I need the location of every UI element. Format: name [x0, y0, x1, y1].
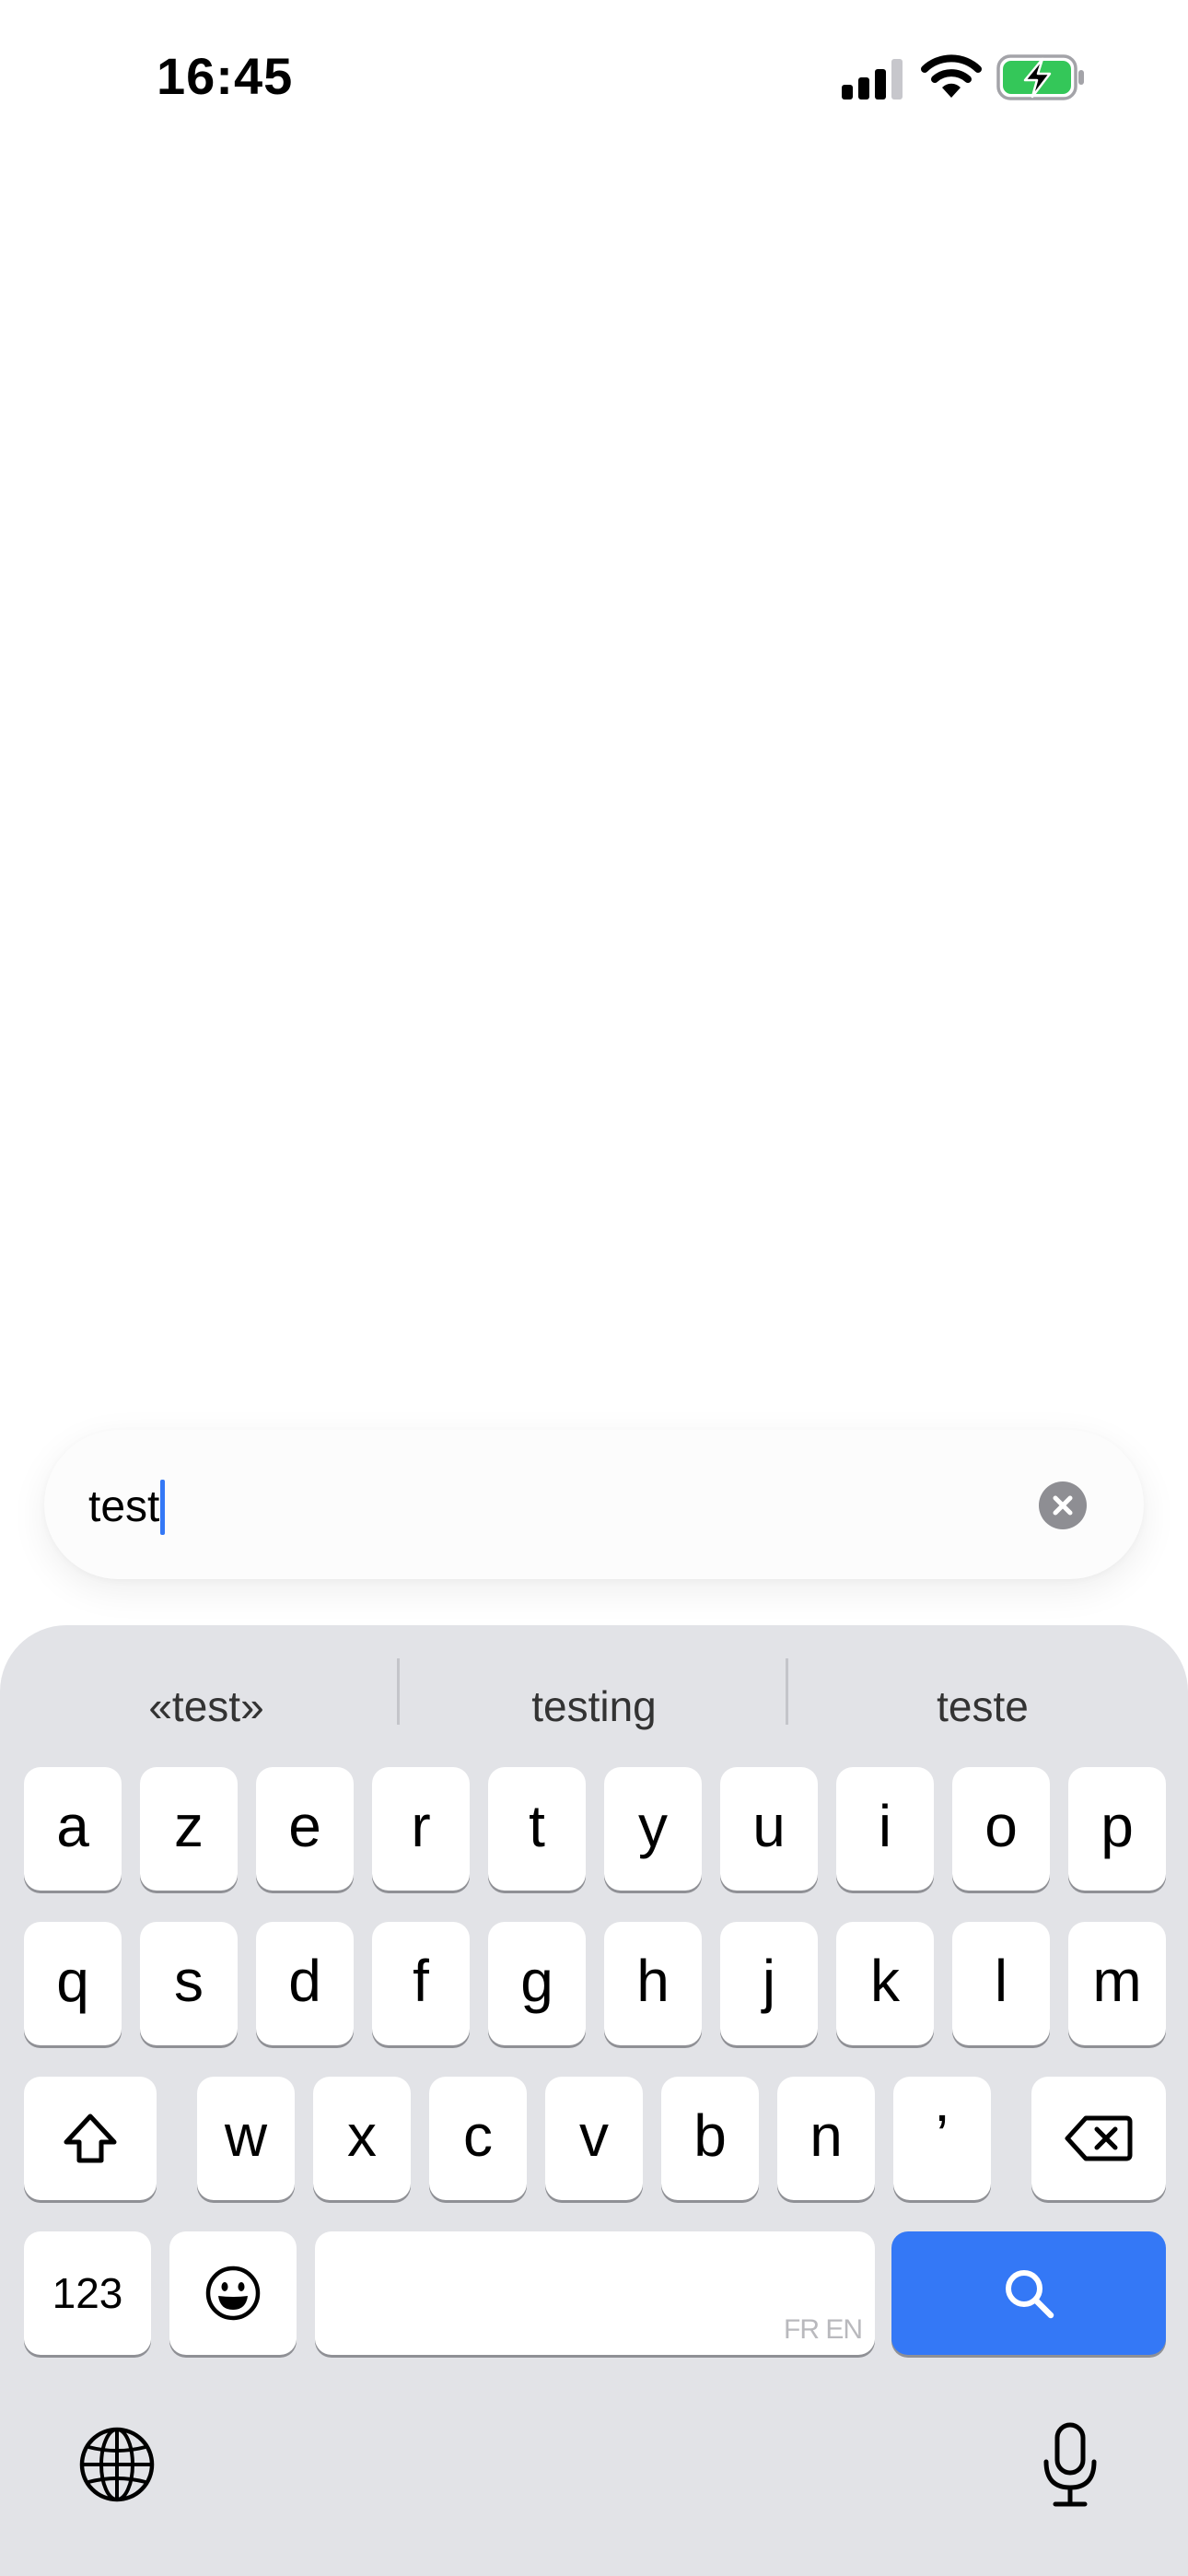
key-p[interactable]: p	[1068, 1767, 1166, 1891]
key-u[interactable]: u	[720, 1767, 818, 1891]
wifi-icon	[921, 54, 982, 98]
numbers-key-label: 123	[52, 2269, 123, 2317]
key-a[interactable]: a	[24, 1767, 122, 1891]
key-x[interactable]: x	[313, 2077, 411, 2200]
space-language-hint: FR EN	[784, 2314, 863, 2345]
status-time: 16:45	[157, 47, 294, 105]
key-v[interactable]: v	[545, 2077, 643, 2200]
key-z[interactable]: z	[140, 1767, 238, 1891]
shift-icon	[64, 2113, 117, 2163]
key-r[interactable]: r	[372, 1767, 470, 1891]
numbers-key[interactable]: 123	[24, 2231, 151, 2355]
text-cursor	[160, 1480, 166, 1535]
emoji-key[interactable]	[169, 2231, 297, 2355]
key-t[interactable]: t	[488, 1767, 586, 1891]
emoji-icon	[205, 2266, 261, 2321]
search-field[interactable]: test	[44, 1430, 1144, 1579]
suggestion-3[interactable]: teste	[789, 1669, 1176, 1743]
key-m[interactable]: m	[1068, 1922, 1166, 2045]
key-n[interactable]: n	[777, 2077, 875, 2200]
key-b[interactable]: b	[661, 2077, 759, 2200]
key-d[interactable]: d	[256, 1922, 354, 2045]
key-q[interactable]: q	[24, 1922, 122, 2045]
key-l[interactable]: l	[952, 1922, 1050, 2045]
key-j[interactable]: j	[720, 1922, 818, 2045]
suggestion-2[interactable]: testing	[401, 1669, 787, 1743]
screen: 16:45 test «test» testing teste a z e r …	[0, 0, 1188, 2576]
key-c[interactable]: c	[429, 2077, 527, 2200]
search-input[interactable]: test	[88, 1480, 166, 1535]
status-bar: 16:45	[0, 0, 1188, 157]
key-k[interactable]: k	[836, 1922, 934, 2045]
shift-key[interactable]	[24, 2077, 157, 2200]
clear-icon	[1053, 1495, 1073, 1516]
key-h[interactable]: h	[604, 1922, 702, 2045]
key-i[interactable]: i	[836, 1767, 934, 1891]
clear-button[interactable]	[1039, 1481, 1087, 1529]
suggestion-1[interactable]: «test»	[13, 1669, 400, 1743]
keyboard: «test» testing teste a z e r t y u i o p…	[0, 1625, 1188, 2576]
battery-charging-icon	[996, 54, 1084, 100]
key-apostrophe[interactable]: ’	[893, 2077, 991, 2200]
delete-key[interactable]	[1031, 2077, 1166, 2200]
key-f[interactable]: f	[372, 1922, 470, 2045]
cellular-signal-icon	[842, 59, 904, 100]
delete-icon	[1065, 2115, 1133, 2161]
suggestion-divider	[397, 1658, 400, 1725]
key-o[interactable]: o	[952, 1767, 1050, 1891]
key-y[interactable]: y	[604, 1767, 702, 1891]
space-key[interactable]: FR EN	[315, 2231, 875, 2355]
search-icon	[1006, 2270, 1054, 2319]
key-w[interactable]: w	[197, 2077, 295, 2200]
key-s[interactable]: s	[140, 1922, 238, 2045]
key-e[interactable]: e	[256, 1767, 354, 1891]
suggestion-divider	[786, 1658, 788, 1725]
search-key[interactable]	[891, 2231, 1166, 2355]
search-input-value: test	[88, 1482, 160, 1531]
globe-icon[interactable]	[77, 2425, 157, 2504]
key-g[interactable]: g	[488, 1922, 586, 2045]
microphone-icon[interactable]	[1041, 2421, 1100, 2510]
